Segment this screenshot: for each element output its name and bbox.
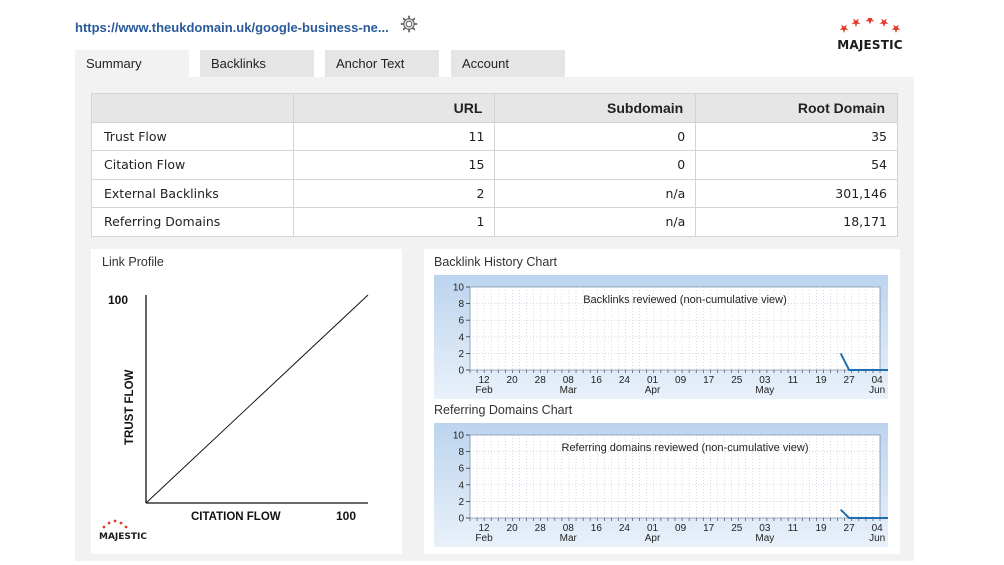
row-label: Referring Domains xyxy=(91,207,294,237)
x-tick-label: 09 xyxy=(675,375,687,386)
subdomain-value: 0 xyxy=(494,121,697,151)
page-url-link[interactable]: https://www.theukdomain.uk/google-busine… xyxy=(75,20,389,35)
root-domain-value: 35 xyxy=(695,121,898,151)
logo-text: MAJESTIC xyxy=(837,38,903,52)
table-row: Trust Flow 11 0 35 xyxy=(91,121,898,151)
x-tick-label: 09 xyxy=(675,523,687,534)
x-month-label: Feb xyxy=(475,533,493,544)
table-row: Citation Flow 15 0 54 xyxy=(91,150,898,180)
x-tick-label: 20 xyxy=(507,375,519,386)
url-value: 15 xyxy=(292,150,496,180)
column-header-subdomain: Subdomain xyxy=(494,93,697,123)
table-row: External Backlinks 2 n/a 301,146 xyxy=(91,178,898,208)
x-month-label: Mar xyxy=(560,533,578,544)
x-tick-label: 16 xyxy=(591,375,603,386)
referring-domains-chart-title: Referring Domains Chart xyxy=(434,403,573,417)
x-tick-label: 24 xyxy=(619,375,631,386)
x-max-label: 100 xyxy=(336,509,356,523)
url-value: 11 xyxy=(292,121,496,151)
history-charts-box: Backlink History Chart 10 8 6 4 2 0 12 Feb 20 28 0… xyxy=(424,249,900,554)
y-max-label: 100 xyxy=(108,293,128,307)
y-tick-label: 6 xyxy=(458,316,464,327)
x-tick-label: 19 xyxy=(815,523,827,534)
x-month-label: Jun xyxy=(869,385,885,396)
y-tick-label: 4 xyxy=(458,332,464,343)
x-tick-label: 11 xyxy=(788,523,799,534)
y-tick-label: 8 xyxy=(458,447,464,458)
summary-panel: URL Subdomain Root Domain Trust Flow 11 … xyxy=(75,77,914,561)
table-header-row: URL Subdomain Root Domain xyxy=(91,93,898,123)
x-tick-label: 11 xyxy=(788,375,799,386)
x-tick-label: 25 xyxy=(731,523,743,534)
y-tick-label: 0 xyxy=(458,366,464,377)
referring-domains-chart: 108642012Feb20 28 08Mar16 24 01Apr09 17 25 03Ma… xyxy=(434,423,888,547)
column-header-blank xyxy=(91,93,294,123)
x-axis-label: CITATION FLOW xyxy=(191,511,281,523)
x-month-label: Apr xyxy=(645,533,661,544)
y-tick-label: 10 xyxy=(453,283,465,294)
tab-backlinks[interactable]: Backlinks xyxy=(200,50,314,77)
y-tick-label: 6 xyxy=(458,464,464,475)
x-month-label: Jun xyxy=(869,533,885,544)
backlink-history-chart: 108642012Feb20 28 08Mar16 24 01Apr09 17 25 03Ma… xyxy=(434,275,888,399)
y-axis-label: TRUST FLOW xyxy=(124,369,136,445)
majestic-logo[interactable]: MAJESTIC xyxy=(834,16,906,54)
x-tick-label: 24 xyxy=(619,523,631,534)
y-tick-label: 0 xyxy=(458,514,464,525)
x-tick-label: 28 xyxy=(535,523,547,534)
x-month-label: Mar xyxy=(560,385,578,396)
subdomain-value: 0 xyxy=(494,150,697,180)
row-label: Trust Flow xyxy=(91,121,294,151)
link-profile-chart: 100 100 CITATION FLOW TRUST FLOW MAJESTI… xyxy=(99,293,369,542)
chart-annotation: Backlinks reviewed (non-cumulative view) xyxy=(583,294,787,306)
x-month-label: Feb xyxy=(475,385,493,396)
x-tick-label: 28 xyxy=(535,375,547,386)
subdomain-value: n/a xyxy=(494,207,697,237)
x-tick-label: 19 xyxy=(815,375,827,386)
mini-logo-text: MAJESTIC xyxy=(99,532,147,542)
backlink-history-chart-title: Backlink History Chart xyxy=(434,255,557,269)
x-month-label: May xyxy=(755,533,774,544)
chart-annotation: Referring domains reviewed (non-cumulati… xyxy=(562,442,809,454)
url-value: 1 xyxy=(292,207,496,237)
x-tick-label: 17 xyxy=(703,375,715,386)
y-tick-label: 4 xyxy=(458,480,464,491)
root-domain-value: 54 xyxy=(695,150,898,180)
column-header-root-domain: Root Domain xyxy=(695,93,898,123)
y-tick-label: 2 xyxy=(458,497,464,508)
tab-summary[interactable]: Summary xyxy=(75,50,189,78)
gear-icon[interactable] xyxy=(400,15,418,33)
y-tick-label: 8 xyxy=(458,299,464,310)
x-tick-label: 25 xyxy=(731,375,743,386)
x-tick-label: 27 xyxy=(844,375,856,386)
majestic-mini-stars-icon xyxy=(102,519,128,529)
summary-table: URL Subdomain Root Domain Trust Flow 11 … xyxy=(91,93,898,237)
table-row: Referring Domains 1 n/a 18,171 xyxy=(91,207,898,237)
tab-account[interactable]: Account xyxy=(451,50,565,77)
column-header-url: URL xyxy=(292,93,496,123)
row-label: Citation Flow xyxy=(91,150,294,180)
url-value: 2 xyxy=(292,178,496,208)
x-tick-label: 16 xyxy=(591,523,603,534)
majestic-stars-icon xyxy=(839,16,901,33)
x-tick-label: 17 xyxy=(703,523,715,534)
tab-anchor-text[interactable]: Anchor Text xyxy=(325,50,439,77)
x-tick-label: 20 xyxy=(507,523,519,534)
subdomain-value: n/a xyxy=(494,178,697,208)
x-month-label: Apr xyxy=(645,385,661,396)
y-tick-label: 2 xyxy=(458,349,464,360)
root-domain-value: 301,146 xyxy=(695,178,898,208)
diagonal-line xyxy=(145,294,369,504)
row-label: External Backlinks xyxy=(91,178,294,208)
root-domain-value: 18,171 xyxy=(695,207,898,237)
link-profile-box: Link Profile 100 100 CITATION FLOW TRUST… xyxy=(91,249,402,554)
x-tick-label: 27 xyxy=(844,523,856,534)
y-tick-label: 10 xyxy=(453,431,465,442)
x-month-label: May xyxy=(755,385,774,396)
